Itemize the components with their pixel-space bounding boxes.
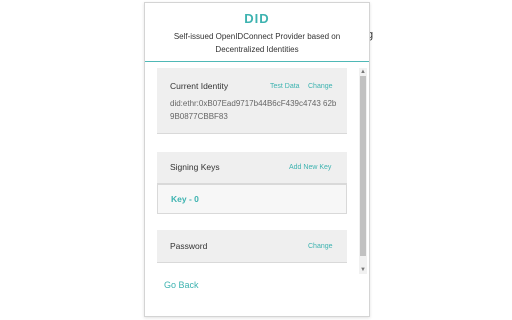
password-card: Password Change bbox=[157, 230, 347, 263]
scrollbar[interactable]: ▲ ▼ bbox=[359, 68, 367, 274]
scroll-down-arrow[interactable]: ▼ bbox=[359, 266, 367, 274]
key-list-item[interactable]: Key - 0 bbox=[157, 184, 347, 214]
extension-popup: DID Self-issued OpenIDConnect Provider b… bbox=[144, 2, 370, 317]
test-data-link[interactable]: Test Data bbox=[270, 83, 300, 90]
change-identity-link[interactable]: Change bbox=[308, 83, 333, 90]
app-title: DID bbox=[244, 11, 270, 26]
current-identity-card: Current Identity Test Data Change did:et… bbox=[157, 68, 347, 134]
current-identity-label: Current Identity bbox=[170, 81, 229, 91]
app-subtitle: Self-issued OpenIDConnect Provider based… bbox=[173, 32, 341, 54]
scroll-up-arrow[interactable]: ▲ bbox=[359, 68, 367, 76]
change-password-link[interactable]: Change bbox=[308, 243, 333, 250]
add-new-key-link[interactable]: Add New Key bbox=[289, 164, 331, 171]
password-label: Password bbox=[170, 241, 208, 251]
did-value: did:ethr:0xB07Ead9717b44B6cF439c4743 62b… bbox=[170, 99, 337, 121]
popup-content: Current Identity Test Data Change did:et… bbox=[145, 62, 369, 316]
scroll-thumb[interactable] bbox=[360, 76, 366, 256]
go-back-link[interactable]: Go Back bbox=[164, 280, 199, 290]
signing-keys-label: Signing Keys bbox=[170, 162, 220, 172]
key-label: Key - 0 bbox=[171, 194, 199, 204]
popup-header: DID Self-issued OpenIDConnect Provider b… bbox=[145, 3, 369, 62]
signing-keys-card: Signing Keys Add New Key bbox=[157, 152, 347, 184]
